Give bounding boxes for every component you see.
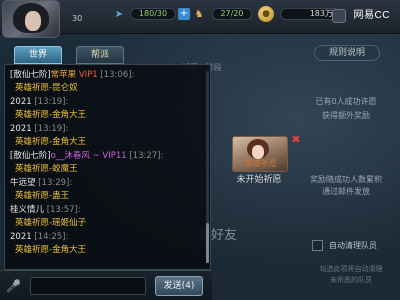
chat-message: 牛远望 [13:29]: 英雄祈愿-蛊王 xyxy=(5,177,210,203)
sender-name[interactable]: 2021 xyxy=(10,124,32,134)
chat-message: 2021 [13:19]: 英雄祈愿-金角大王 xyxy=(5,96,210,122)
message-time: [13:27]: xyxy=(129,151,164,161)
top-status-bar: 30 ➤ 180/30 + ♞ 27/20 ● 183万 网易CC xyxy=(0,0,400,38)
sender-name[interactable]: o__沐春风 ~ xyxy=(51,151,100,161)
recharge-icon[interactable] xyxy=(332,9,346,23)
close-icon[interactable]: ✖ xyxy=(290,134,302,146)
microphone-icon[interactable]: 🎤 xyxy=(6,277,21,295)
chat-input-bar: 🎤 发送(4) xyxy=(0,270,212,300)
stream-watermark: 网易CC xyxy=(353,10,390,21)
vitality-value: 27/20 xyxy=(212,8,252,20)
gold-stat: ● 183万 xyxy=(258,6,340,22)
gold-value: 183万 xyxy=(280,8,340,20)
message-time: [14:25]: xyxy=(34,232,69,242)
extra-reward-text: 获得额外奖励 xyxy=(322,111,370,120)
chat-scrollbar[interactable] xyxy=(206,71,209,263)
message-time: [13:19]: xyxy=(34,124,69,134)
scrollbar-thumb[interactable] xyxy=(206,223,209,263)
auto-clean-label: 自动清理队员 xyxy=(329,241,377,250)
message-time: [13:29]: xyxy=(38,178,73,188)
sender-name[interactable]: 牛远望 xyxy=(10,178,36,188)
auto-clean-toggle[interactable]: 自动清理队员 xyxy=(312,240,377,251)
chat-message: 2021 [13:19]: 英雄祈愿-金角大王 xyxy=(5,123,210,149)
avatar-face xyxy=(25,11,41,31)
send-button[interactable]: 发送(4) xyxy=(155,276,203,296)
reward-mail-text: 通过邮件发放 xyxy=(322,187,370,196)
sender-rank: [散仙七阶] xyxy=(10,70,51,80)
message-time: [13:06]: xyxy=(100,70,135,80)
chat-message: 2021 [14:25]: 英雄祈愿-金角大王 xyxy=(5,231,210,257)
reward-accumulate-text: 奖励随成功人数累积 xyxy=(310,175,382,184)
message-time: [13:57]: xyxy=(46,205,81,215)
stamina-stat: ➤ 180/30 + xyxy=(112,7,190,21)
message-time: [13:19]: xyxy=(34,97,69,107)
vip-badge: VIP11 xyxy=(102,151,127,161)
message-body[interactable]: 英雄祈愿-金角大王 xyxy=(10,244,210,257)
hero-wish-title: 英雄祈愿 xyxy=(245,159,277,168)
chat-channel-tabs: 世界 帮派 xyxy=(14,46,138,64)
wish-status-text: 未开始祈愿 xyxy=(236,175,282,185)
footnote-line2: 未祈愿的队员 xyxy=(330,276,372,284)
hero-face xyxy=(252,145,264,159)
chat-message: 桂义情儿 [13:57]: 英雄祈愿-瑶姬仙子 xyxy=(5,204,210,230)
world-chat-panel[interactable]: [散仙七阶]常苹果 VIP1 [13:06]: 英雄祈愿-昆仑奴 2021 [1… xyxy=(4,64,211,270)
message-body[interactable]: 英雄祈愿-昆仑奴 xyxy=(10,82,210,95)
sender-rank: [散仙七阶] xyxy=(10,151,51,161)
wish-count-text: 已有0人成功许愿 xyxy=(315,97,377,106)
message-body[interactable]: 英雄祈愿-金角大王 xyxy=(10,136,210,149)
sender-name[interactable]: 桂义情儿 xyxy=(10,205,44,215)
sender-name[interactable]: 2021 xyxy=(10,232,32,242)
hero-wish-card[interactable]: ✖ 英雄祈愿 未开始祈愿 xyxy=(218,126,301,186)
message-body[interactable]: 英雄祈愿-金角大王 xyxy=(10,109,210,122)
sender-name[interactable]: 2021 xyxy=(10,97,32,107)
chat-message: [散仙七阶]常苹果 VIP1 [13:06]: 英雄祈愿-昆仑奴 xyxy=(5,69,210,95)
chat-text-input[interactable] xyxy=(30,277,146,295)
message-body[interactable]: 英雄祈愿-蛊王 xyxy=(10,190,210,203)
tab-guild[interactable]: 帮派 xyxy=(76,46,124,64)
add-stamina-button[interactable]: + xyxy=(178,8,190,20)
player-avatar[interactable] xyxy=(2,0,60,38)
coin-icon: ● xyxy=(258,6,274,22)
vitality-stat: ♞ 27/20 xyxy=(192,7,252,21)
wing-icon: ➤ xyxy=(114,8,124,20)
player-level: 30 xyxy=(72,14,83,23)
vip-badge: VIP1 xyxy=(78,70,98,80)
stamina-value: 180/30 xyxy=(130,8,176,20)
horse-icon: ♞ xyxy=(194,8,204,20)
rules-button[interactable]: 规则说明 xyxy=(314,45,380,61)
auto-clean-checkbox[interactable] xyxy=(312,240,323,251)
footnote-line1: 勾选此项将自动清理 xyxy=(319,265,383,273)
sender-name[interactable]: 常苹果 xyxy=(51,70,77,80)
chat-message: [散仙七阶]o__沐春风 ~ VIP11 [13:27]: 英雄祈愿-蛟魔王 xyxy=(5,150,210,176)
tab-world[interactable]: 世界 xyxy=(14,46,62,64)
message-body[interactable]: 英雄祈愿-瑶姬仙子 xyxy=(10,217,210,230)
message-body[interactable]: 英雄祈愿-蛟魔王 xyxy=(10,163,210,176)
